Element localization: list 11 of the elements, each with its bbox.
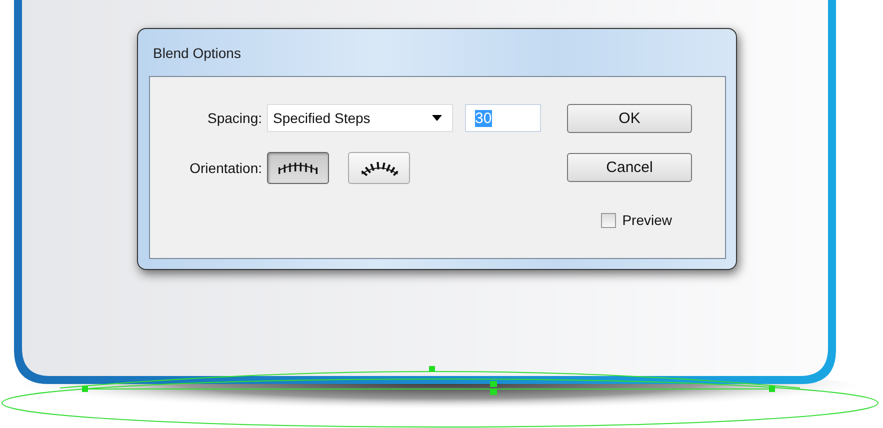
orientation-button[interactable] xyxy=(267,152,329,184)
orientation-label: Orientation: xyxy=(188,160,262,176)
window-title: Blend Options xyxy=(153,44,241,60)
cancel-button[interactable]: Cancel xyxy=(567,153,692,182)
ok-button[interactable]: OK xyxy=(567,104,692,133)
caret-icon xyxy=(432,115,442,121)
spacing-label: Spacing: xyxy=(206,110,262,126)
spacing-dropdown[interactable]: Specified Steps xyxy=(267,104,453,132)
orientation-button[interactable] xyxy=(348,152,410,184)
preview-label: Preview xyxy=(622,212,672,228)
preview-checkbox[interactable] xyxy=(601,212,616,228)
